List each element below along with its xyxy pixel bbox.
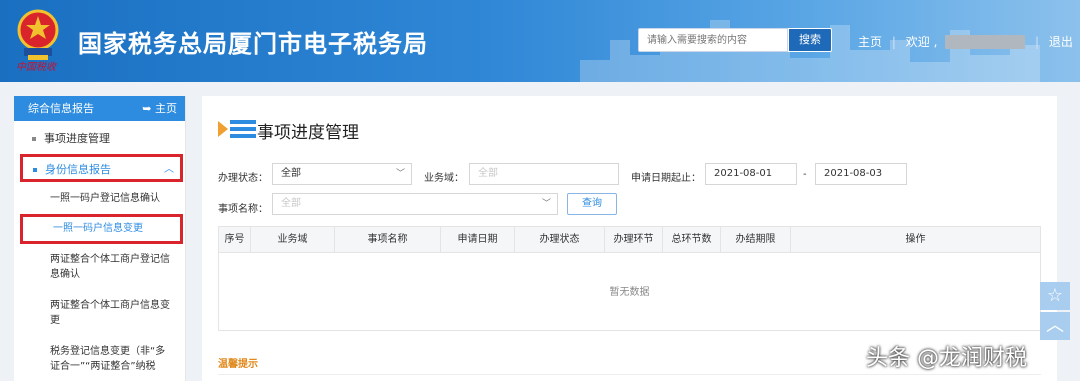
column-header: 办理环节 (605, 227, 663, 253)
column-header: 办结期限 (721, 227, 791, 253)
home-link[interactable]: 主页 (858, 33, 882, 50)
masked-username (945, 34, 1026, 49)
sidebar-item-label: 事项进度管理 (44, 132, 110, 145)
top-links: 主页 | 欢迎 , | 退出 (858, 33, 1073, 50)
main-panel: 事项进度管理 办理状态： 全部 ﹀ 业务域： 全部 申请日期起止： 2021-0… (202, 96, 1057, 381)
date-separator: - (803, 169, 807, 180)
sidebar-subitem-unified-change[interactable]: 一照一码户信息变更 (20, 214, 183, 244)
chevron-up-icon[interactable]: ︿ (1040, 312, 1070, 340)
sidebar-home-link[interactable]: ➥ 主页 (142, 96, 177, 121)
chevron-down-icon: ﹀ (541, 199, 551, 209)
sidebar: 综合信息报告 ➥ 主页 事项进度管理 身份信息报告 ︿ 一照一码户登记信息确认 … (14, 96, 186, 381)
column-header: 操作 (905, 234, 926, 245)
search-button[interactable]: 搜索 (788, 28, 832, 52)
status-label: 办理状态： (218, 173, 268, 184)
results-table: 序号 业务域 事项名称 申请日期 办理状态 办理环节 总环节数 办结期限 操作 … (218, 226, 1041, 331)
logout-link[interactable]: 退出 (1049, 33, 1073, 50)
emblem-signature: 中国税收 (16, 62, 56, 73)
sidebar-title: 综合信息报告 (28, 102, 94, 115)
separator: | (1035, 34, 1040, 49)
bullet-icon (32, 137, 36, 141)
sidebar-subitem-unified-confirm[interactable]: 一照一码户登记信息确认 (14, 184, 185, 214)
status-select[interactable]: 全部 ﹀ (272, 163, 412, 185)
status-select-value: 全部 (281, 168, 301, 179)
watermark: 头条 @龙润财税 (866, 346, 1027, 371)
site-header: 中国税收 国家税务总局厦门市电子税务局 搜索 主页 | 欢迎 , | 退出 (0, 0, 1080, 82)
column-header: 业务域 (251, 227, 335, 253)
column-header: 申请日期 (441, 227, 515, 253)
sidebar-subitem-individual-change[interactable]: 两证整合个体工商户信息变更 (14, 298, 185, 338)
date-to-field[interactable]: 2021-08-03 (815, 163, 907, 185)
column-header: 事项名称 (335, 227, 441, 253)
sidebar-header: 综合信息报告 ➥ 主页 (14, 96, 185, 121)
chevron-down-icon: ﹀ (395, 169, 405, 179)
column-header: 总环节数 (663, 227, 721, 253)
sidebar-item-label: 身份信息报告 (45, 163, 111, 176)
page-title: 事项进度管理 (257, 123, 359, 143)
domain-select[interactable]: 全部 (469, 163, 619, 185)
site-title: 国家税务总局厦门市电子税务局 (78, 30, 428, 58)
divider (218, 374, 1041, 375)
welcome-text: 欢迎 (905, 35, 930, 49)
domain-select-value: 全部 (478, 168, 498, 179)
sidebar-item-identity[interactable]: 身份信息报告 ︿ (20, 154, 183, 182)
domain-label: 业务域： (424, 173, 464, 184)
separator: | (891, 34, 896, 49)
date-range-label: 申请日期起止： (631, 173, 701, 184)
sidebar-item-progress[interactable]: 事项进度管理 (14, 124, 185, 154)
search-input[interactable] (638, 28, 788, 52)
date-from-field[interactable]: 2021-08-01 (705, 163, 797, 185)
back-arrow-icon: ➥ (142, 102, 152, 115)
item-name-select-value: 全部 (281, 198, 301, 209)
query-button[interactable]: 查询 (567, 193, 617, 215)
sidebar-subitem-individual-confirm[interactable]: 两证整合个体工商户登记信息确认 (14, 252, 185, 292)
star-icon[interactable]: ☆ (1040, 282, 1070, 310)
column-header: 办理状态 (515, 227, 605, 253)
tip-heading: 温馨提示 (218, 359, 258, 370)
bullet-icon (33, 168, 37, 172)
sidebar-subitem-tax-registration-change[interactable]: 税务登记信息变更（非“多证合一”“两证整合”纳税 (14, 344, 185, 381)
column-header: 序号 (219, 227, 251, 253)
chevron-up-icon: ︿ (164, 164, 174, 175)
table-header: 序号 业务域 事项名称 申请日期 办理状态 办理环节 总环节数 办结期限 操作 (219, 227, 1040, 253)
item-name-select[interactable]: 全部 ﹀ (272, 193, 558, 215)
empty-state: 暂无数据 (609, 287, 650, 298)
welcome-comma: , (933, 34, 938, 49)
item-name-label: 事项名称： (218, 204, 268, 215)
sidebar-home-label: 主页 (155, 102, 177, 115)
progress-list-icon (218, 120, 256, 138)
